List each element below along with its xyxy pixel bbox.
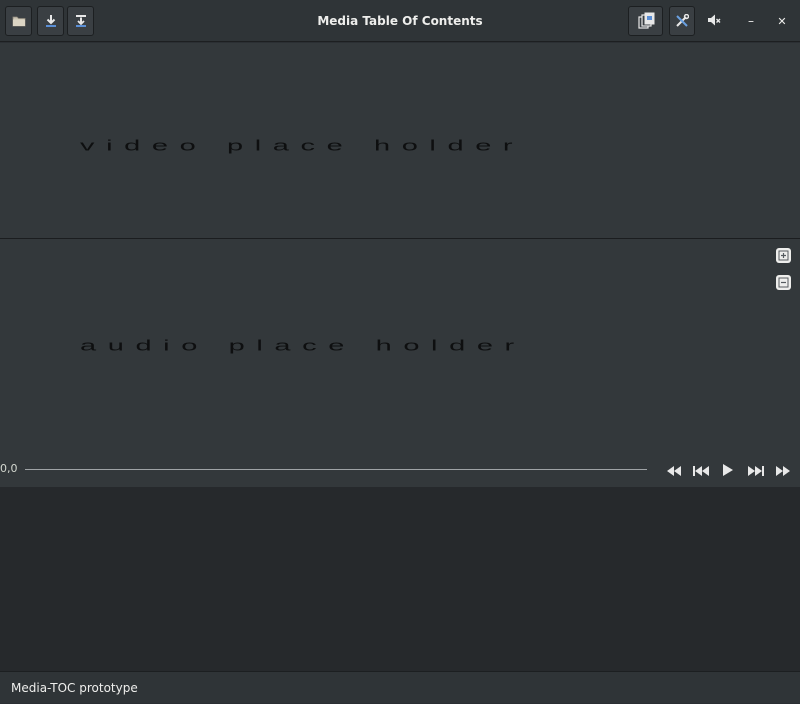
play-button[interactable] (718, 461, 738, 479)
speaker-muted-icon (707, 12, 721, 31)
import-button[interactable] (67, 6, 94, 36)
video-area: video place holder (0, 43, 800, 238)
status-bar: Media-TOC prototype (0, 671, 800, 703)
zoom-in-button[interactable] (776, 248, 791, 263)
time-label: 0,0 (0, 462, 18, 475)
header-bar: Media Table Of Contents – ✕ (0, 0, 800, 42)
tools-icon (675, 14, 689, 28)
pages-button[interactable] (628, 6, 663, 36)
skip-back-icon (693, 461, 709, 480)
close-icon: ✕ (777, 14, 787, 28)
import-icon (74, 14, 88, 28)
audio-placeholder: audio place holder (80, 338, 526, 354)
audio-area: audio place holder 0,0 (0, 239, 800, 487)
fast-forward-button[interactable] (773, 461, 793, 479)
download-icon (44, 14, 58, 28)
zoom-in-icon (778, 246, 789, 265)
status-text: Media-TOC prototype (11, 681, 138, 695)
skip-forward-icon (748, 461, 764, 480)
rewind-button[interactable] (664, 461, 684, 479)
pages-copy-icon (637, 12, 655, 30)
minimize-icon: – (748, 14, 754, 28)
seek-bar[interactable] (25, 469, 647, 470)
zoom-out-icon (778, 273, 789, 292)
rewind-icon (667, 461, 681, 480)
tools-button[interactable] (669, 6, 695, 36)
window-title: Media Table Of Contents (317, 14, 483, 28)
play-icon (723, 461, 733, 480)
mute-button[interactable] (703, 10, 725, 32)
skip-back-button[interactable] (691, 461, 711, 479)
zoom-out-button[interactable] (776, 275, 791, 290)
download-button[interactable] (37, 6, 64, 36)
app-window: Media Table Of Contents – ✕ video place … (0, 0, 800, 703)
open-button[interactable] (5, 6, 32, 36)
toc-content-area (0, 487, 800, 671)
skip-forward-button[interactable] (746, 461, 766, 479)
minimize-button[interactable]: – (740, 10, 762, 32)
fast-forward-icon (776, 461, 790, 480)
folder-icon (12, 15, 26, 27)
video-placeholder: video place holder (80, 138, 525, 154)
close-button[interactable]: ✕ (771, 10, 793, 32)
